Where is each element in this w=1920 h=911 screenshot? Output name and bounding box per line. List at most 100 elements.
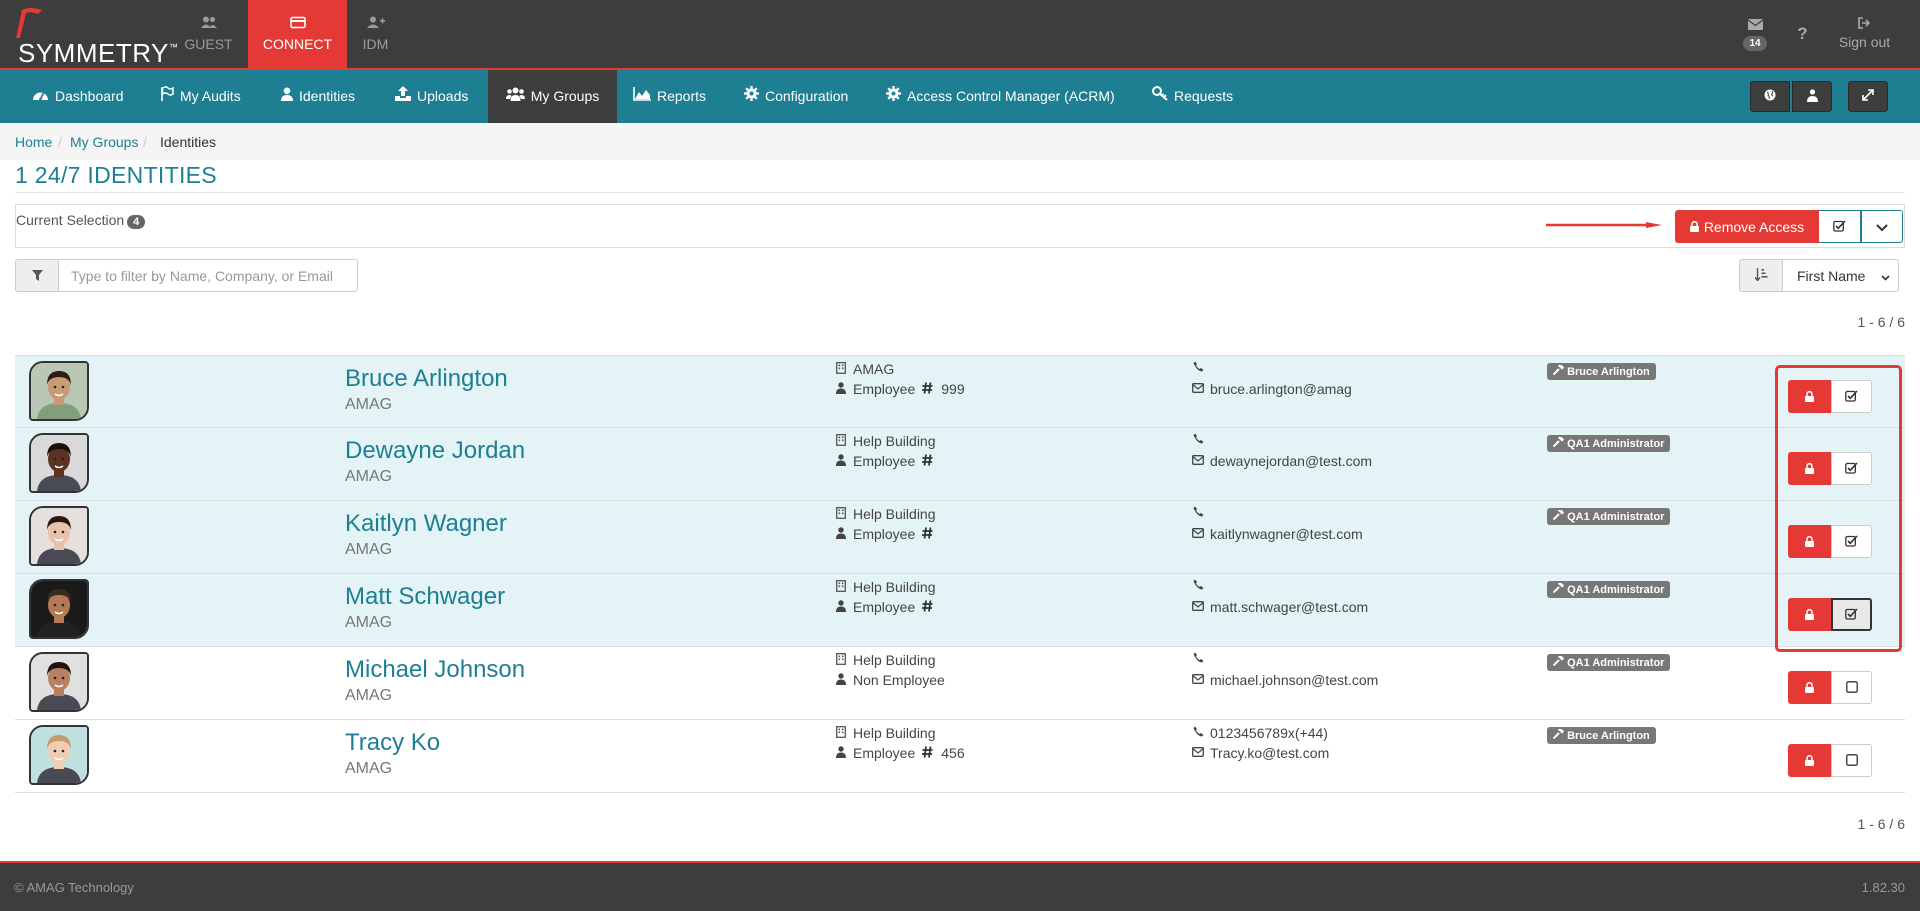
sort-field-select[interactable]: First Name <box>1782 259 1899 292</box>
app-tab-label: GUEST <box>184 36 233 52</box>
envelope-icon <box>1192 746 1204 760</box>
row-select-checkbox[interactable] <box>1831 598 1872 631</box>
identity-company: AMAG <box>345 468 393 485</box>
employee-type: Employee <box>853 381 916 397</box>
remove-access-row-button[interactable] <box>1788 452 1831 485</box>
envelope-icon <box>1192 454 1204 468</box>
main-nav: Dashboard My Audits Identities Uploads M… <box>0 70 1920 123</box>
identity-name[interactable]: Dewayne Jordan <box>345 437 525 465</box>
envelope-icon <box>1192 382 1204 396</box>
hash-icon <box>921 745 933 761</box>
identity-name[interactable]: Matt Schwager <box>345 583 505 611</box>
app-tab-label: IDM <box>362 36 389 52</box>
avatar[interactable] <box>29 433 89 493</box>
nav-my-groups[interactable]: My Groups <box>488 70 617 123</box>
breadcrumb-my-groups[interactable]: My Groups <box>70 134 138 150</box>
fullscreen-button[interactable] <box>1848 81 1888 112</box>
building-name: Help Building <box>853 652 936 668</box>
remove-access-row-button[interactable] <box>1788 671 1831 704</box>
checkbox-empty-icon <box>1845 680 1858 696</box>
gavel-icon <box>1552 581 1565 596</box>
area-chart-icon <box>633 70 651 123</box>
nav-dashboard[interactable]: Dashboard <box>32 70 124 123</box>
title-divider <box>15 192 1905 193</box>
selection-options-dropdown[interactable] <box>1861 210 1903 243</box>
identity-row[interactable]: Tracy Ko AMAG Help Building Employee 456 0123… <box>15 720 1905 793</box>
messages-button[interactable]: 14 <box>1740 0 1770 68</box>
remove-access-row-button[interactable] <box>1788 598 1831 631</box>
gear-icon <box>744 70 759 123</box>
identity-name[interactable]: Bruce Arlington <box>345 365 508 393</box>
gavel-icon <box>1552 363 1565 378</box>
email-address: bruce.arlington@amag <box>1210 381 1352 397</box>
user-icon <box>281 70 293 123</box>
row-select-checkbox[interactable] <box>1831 671 1872 704</box>
identity-name[interactable]: Tracy Ko <box>345 729 440 757</box>
nav-requests[interactable]: Requests <box>1152 70 1233 123</box>
user-lock-button[interactable] <box>1792 81 1832 112</box>
row-select-checkbox[interactable] <box>1831 380 1872 413</box>
row-select-checkbox[interactable] <box>1831 452 1872 485</box>
select-all-button[interactable] <box>1819 210 1861 243</box>
language-button[interactable] <box>1750 81 1790 112</box>
nav-reports[interactable]: Reports <box>633 70 706 123</box>
footer-copyright: © AMAG Technology <box>14 880 134 895</box>
employee-number: 999 <box>941 381 965 397</box>
avatar[interactable] <box>29 506 89 566</box>
identity-name[interactable]: Michael Johnson <box>345 656 525 684</box>
filter-icon <box>31 268 43 284</box>
sort-direction-button[interactable] <box>1739 259 1783 292</box>
lock-icon <box>1805 389 1814 405</box>
help-button[interactable]: ? <box>1790 0 1815 68</box>
remove-access-row-button[interactable] <box>1788 380 1831 413</box>
identity-row[interactable]: Dewayne Jordan AMAG Help Building Employee d… <box>15 428 1905 501</box>
symmetry-logo[interactable]: SYMMETRY™ <box>8 4 178 68</box>
avatar[interactable] <box>29 579 89 639</box>
nav-acrm[interactable]: Access Control Manager (ACRM) <box>886 70 1115 123</box>
phone-icon <box>1192 726 1204 740</box>
email-info: kaitlynwagner@test.com <box>1192 526 1363 542</box>
sign-out-button[interactable]: Sign out <box>1832 0 1897 68</box>
role-label: QA1 Administrator <box>1567 438 1665 450</box>
building-name: Help Building <box>853 725 936 741</box>
building-name: AMAG <box>853 361 895 377</box>
remove-access-row-button[interactable] <box>1788 525 1831 558</box>
filter-input[interactable] <box>58 259 358 292</box>
row-select-checkbox[interactable] <box>1831 525 1872 558</box>
avatar[interactable] <box>29 652 89 712</box>
identity-row[interactable]: Bruce Arlington AMAG AMAG Employee 999 bruce.… <box>15 355 1905 428</box>
globe-icon <box>1764 89 1776 104</box>
building-info: Help Building <box>835 652 936 668</box>
building-icon <box>835 579 847 595</box>
avatar[interactable] <box>29 361 89 421</box>
sort-amount-icon <box>1753 267 1768 284</box>
footer-version: 1.82.30 <box>1861 880 1905 895</box>
checkbox-checked-icon <box>1833 219 1846 235</box>
breadcrumb: Home / My Groups / Identities <box>0 123 1920 160</box>
nav-uploads[interactable]: Uploads <box>395 70 468 123</box>
lock-icon <box>1805 607 1814 623</box>
selection-label-text: Current Selection <box>16 212 125 228</box>
avatar[interactable] <box>29 725 89 785</box>
phone-icon <box>1192 579 1204 593</box>
remove-access-row-button[interactable] <box>1788 744 1831 777</box>
user-icon <box>835 381 847 397</box>
chevron-down-icon <box>1876 219 1888 235</box>
email-address: dewaynejordan@test.com <box>1210 453 1373 469</box>
checkbox-checked-icon <box>1845 461 1858 477</box>
identity-row[interactable]: Michael Johnson AMAG Help Building Non Empl… <box>15 647 1905 720</box>
nav-label: Identities <box>299 88 356 104</box>
app-tab-idm[interactable]: IDM <box>326 0 425 68</box>
remove-access-button[interactable]: Remove Access <box>1675 210 1819 243</box>
nav-identities[interactable]: Identities <box>281 70 355 123</box>
row-select-checkbox[interactable] <box>1831 744 1872 777</box>
envelope-icon <box>1192 527 1204 541</box>
identity-row[interactable]: Matt Schwager AMAG Help Building Employee ma… <box>15 574 1905 647</box>
phone-info <box>1192 579 1210 593</box>
breadcrumb-home[interactable]: Home <box>15 134 52 150</box>
nav-configuration[interactable]: Configuration <box>744 70 848 123</box>
identity-row[interactable]: Kaitlyn Wagner AMAG Help Building Employee k… <box>15 501 1905 574</box>
nav-my-audits[interactable]: My Audits <box>160 70 241 123</box>
identity-name[interactable]: Kaitlyn Wagner <box>345 510 507 538</box>
app-tab-guest[interactable]: GUEST <box>159 0 258 68</box>
